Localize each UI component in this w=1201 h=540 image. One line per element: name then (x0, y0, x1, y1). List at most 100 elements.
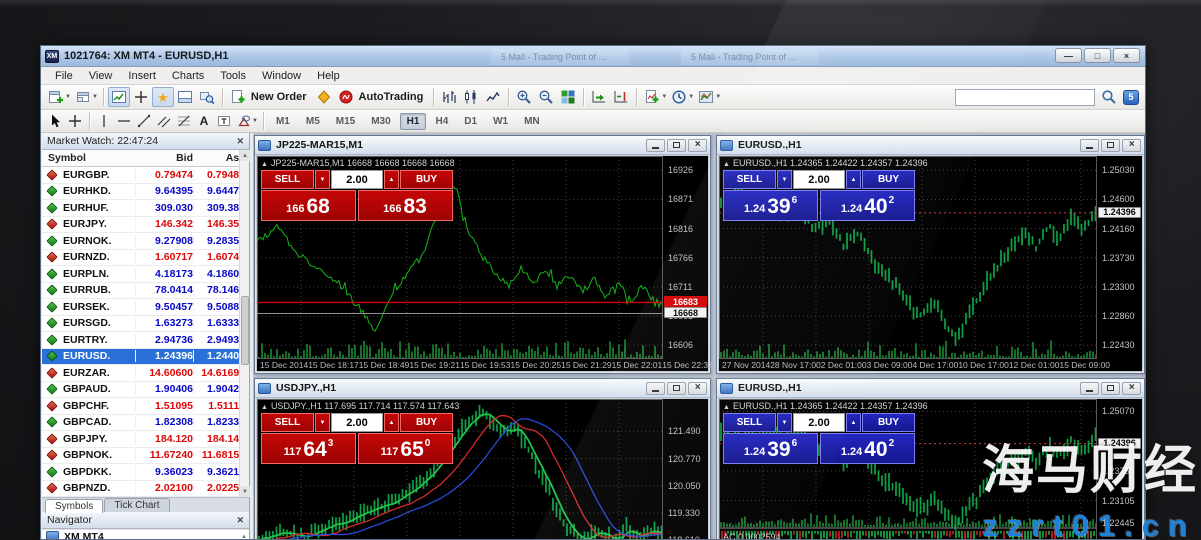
market-watch-row-eurgbp[interactable]: EURGBP.0.794740.79484 (42, 167, 249, 184)
chevron-down-icon[interactable]: ▼ (715, 94, 721, 100)
new-order-button[interactable]: New Order (251, 91, 307, 103)
time-axis[interactable]: 15 Dec 201415 Dec 18:1715 Dec 18:4915 De… (257, 358, 663, 371)
chart-title-bar[interactable]: EURUSD.,H1 × (717, 379, 1144, 398)
chart-title-bar[interactable]: EURUSD.,H1 × (717, 136, 1144, 155)
chart-canvas[interactable]: 1.250301.246001.241601.237301.233001.228… (718, 155, 1143, 372)
chevron-down-icon[interactable]: ▼ (688, 94, 694, 100)
zoom-out-icon[interactable] (535, 87, 557, 107)
buy-price-button[interactable]: 1.24402 (820, 190, 915, 221)
price-axis[interactable]: 121.490120.770120.050119.330118.610 (662, 399, 708, 540)
menu-window[interactable]: Window (254, 70, 309, 82)
buy-button[interactable]: BUY (862, 170, 915, 189)
price-axis[interactable]: 1.250701.237651.231051.224451.243960.000… (1096, 399, 1142, 540)
lot-decrease-button[interactable]: ▼ (777, 170, 792, 189)
column-symbol[interactable]: Symbol (42, 152, 135, 164)
tab-symbols[interactable]: Symbols (45, 499, 103, 513)
buy-price-button[interactable]: 117650 (358, 433, 453, 464)
search-input[interactable] (955, 89, 1095, 106)
lot-size-input[interactable]: 2.00 (793, 170, 845, 189)
close-icon[interactable]: ✕ (236, 136, 244, 147)
horizontal-line-tool[interactable] (114, 112, 134, 130)
lot-size-input[interactable]: 2.00 (793, 413, 845, 432)
market-watch-row-eurnzd[interactable]: EURNZD.1.607171.60748 (42, 250, 249, 267)
market-watch-row-gbpnok[interactable]: GBPNOK.11.6724011.68150 (42, 448, 249, 465)
trendline-tool[interactable] (134, 112, 154, 130)
autotrading-icon[interactable] (335, 87, 357, 107)
close-icon[interactable]: ✕ (236, 515, 244, 526)
chevron-down-icon[interactable]: ▼ (65, 94, 71, 100)
market-watch-row-gbpchf[interactable]: GBPCHF.1.510951.51116 (42, 398, 249, 415)
chevron-down-icon[interactable]: ▼ (92, 94, 98, 100)
chart-shift-icon[interactable] (610, 87, 632, 107)
new-chart-button[interactable] (45, 87, 67, 107)
channel-tool[interactable] (154, 112, 174, 130)
menu-tools[interactable]: Tools (212, 70, 254, 82)
buy-button[interactable]: BUY (862, 413, 915, 432)
chart-close-button[interactable]: × (1122, 382, 1141, 395)
timeframe-h1[interactable]: H1 (400, 113, 427, 130)
timeframe-m1[interactable]: M1 (269, 113, 297, 130)
templates-button[interactable] (695, 87, 717, 107)
buy-button[interactable]: BUY (400, 170, 453, 189)
market-watch-row-eursek[interactable]: EURSEK.9.504579.50880 (42, 299, 249, 316)
vertical-line-tool[interactable] (94, 112, 114, 130)
chart-canvas[interactable]: 121.490120.770120.050119.330118.610 ▲USD… (256, 398, 709, 540)
menu-view[interactable]: View (81, 70, 121, 82)
price-axis[interactable]: 1692616871168161676616711166611660616683… (662, 156, 708, 360)
chart-minimize-button[interactable] (1080, 139, 1099, 152)
chart-restore-button[interactable] (1101, 139, 1120, 152)
scroll-up-icon[interactable]: ▲ (240, 150, 250, 161)
time-axis[interactable]: 27 Nov 201428 Nov 17:002 Dec 01:003 Dec … (719, 358, 1097, 371)
price-axis[interactable]: 1.250301.246001.241601.237301.233001.228… (1096, 156, 1142, 360)
buy-price-button[interactable]: 16683 (358, 190, 453, 221)
timeframe-m5[interactable]: M5 (299, 113, 327, 130)
chart-title-bar[interactable]: JP225-MAR15,M1 × (255, 136, 710, 155)
sell-price-button[interactable]: 117643 (261, 433, 356, 464)
buy-button[interactable]: BUY (400, 413, 453, 432)
lot-size-input[interactable]: 2.00 (331, 170, 383, 189)
market-watch-row-eurzar[interactable]: EURZAR.14.6060014.61690 (42, 365, 249, 382)
chart-close-button[interactable]: × (688, 139, 707, 152)
strategy-tester-button[interactable] (196, 87, 218, 107)
auto-scroll-icon[interactable] (588, 87, 610, 107)
lot-increase-button[interactable]: ▲ (846, 170, 861, 189)
restore-button[interactable]: □ (1084, 48, 1111, 63)
text-label-tool[interactable] (214, 112, 234, 130)
scrollbar-thumb[interactable] (241, 296, 249, 365)
chart-minimize-button[interactable] (646, 139, 665, 152)
market-watch-header[interactable]: Market Watch: 22:47:24 ✕ (42, 133, 249, 150)
buy-price-button[interactable]: 1.24402 (820, 433, 915, 464)
market-watch-row-eursgd[interactable]: EURSGD.1.632731.63334 (42, 316, 249, 333)
market-watch-row-eurusd[interactable]: EURUSD.1.243961.24402 (42, 349, 249, 366)
chart-close-button[interactable]: × (688, 382, 707, 395)
timeframe-h4[interactable]: H4 (428, 113, 455, 130)
chart-minimize-button[interactable] (1080, 382, 1099, 395)
chart-minimize-button[interactable] (646, 382, 665, 395)
sell-price-button[interactable]: 1.24396 (723, 433, 818, 464)
tab-tick-chart[interactable]: Tick Chart (104, 498, 169, 512)
chevron-down-icon[interactable]: ▼ (661, 94, 667, 100)
market-watch-row-eurnok[interactable]: EURNOK.9.279089.28355 (42, 233, 249, 250)
timeframe-w1[interactable]: W1 (486, 113, 515, 130)
search-icon[interactable] (1099, 88, 1119, 106)
lot-decrease-button[interactable]: ▼ (777, 413, 792, 432)
crosshair-tool[interactable] (65, 112, 85, 130)
notifications-badge[interactable]: 5 (1123, 90, 1139, 105)
fibonacci-tool[interactable] (174, 112, 194, 130)
cursor-tool[interactable] (45, 112, 65, 130)
lot-increase-button[interactable]: ▲ (846, 413, 861, 432)
lot-decrease-button[interactable]: ▼ (315, 413, 330, 432)
sell-price-button[interactable]: 1.24396 (723, 190, 818, 221)
market-watch-toggle[interactable] (108, 87, 130, 107)
lot-size-input[interactable]: 2.00 (331, 413, 383, 432)
title-bar[interactable]: XM 1021764: XM MT4 - EURUSD,H1 5 Mail - … (41, 46, 1145, 67)
tile-windows-icon[interactable] (557, 87, 579, 107)
market-watch-row-gbpjpy[interactable]: GBPJPY.184.120184.146 (42, 431, 249, 448)
chart-title-bar[interactable]: USDJPY.,H1 × (255, 379, 710, 398)
lot-increase-button[interactable]: ▲ (384, 170, 399, 189)
menu-insert[interactable]: Insert (120, 70, 164, 82)
close-button[interactable]: × (1113, 48, 1140, 63)
navigator-header[interactable]: Navigator ✕ (42, 512, 249, 529)
navigator-item-xm-mt4[interactable]: XM MT4 ▲ (42, 529, 249, 540)
menu-file[interactable]: File (47, 70, 81, 82)
